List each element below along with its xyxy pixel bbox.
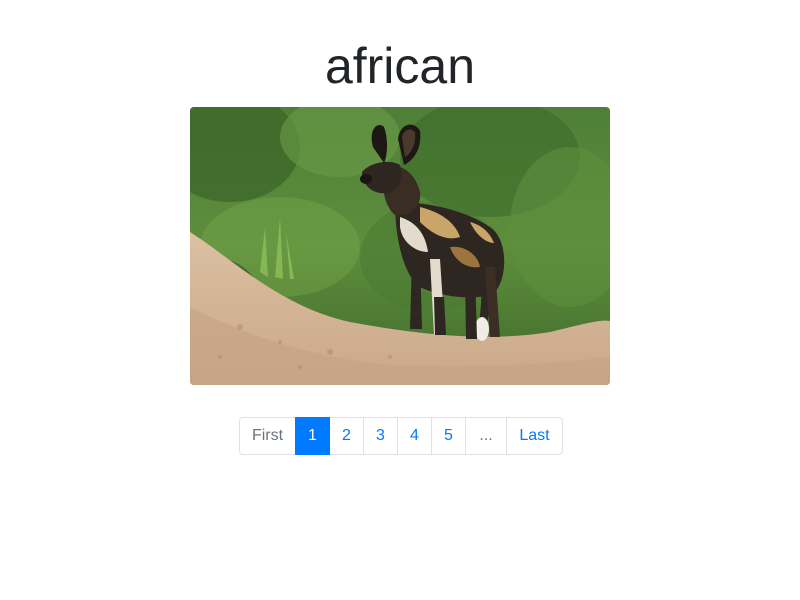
pagination-ellipsis: ...: [465, 417, 507, 455]
pagination-first[interactable]: First: [239, 417, 296, 455]
pagination-page-2[interactable]: 2: [329, 417, 364, 455]
page-title: african: [324, 38, 476, 94]
pagination-page-5[interactable]: 5: [431, 417, 466, 455]
pagination-page-1[interactable]: 1: [295, 417, 330, 455]
pagination-page-3[interactable]: 3: [363, 417, 398, 455]
african-wild-dog-photo: [190, 107, 610, 385]
pagination-last[interactable]: Last: [506, 417, 563, 455]
pagination-page-4[interactable]: 4: [397, 417, 432, 455]
pagination: First 1 2 3 4 5 ... Last: [239, 417, 563, 455]
page-container: african First 1 2 3 4 5 ... Last: [0, 0, 800, 600]
